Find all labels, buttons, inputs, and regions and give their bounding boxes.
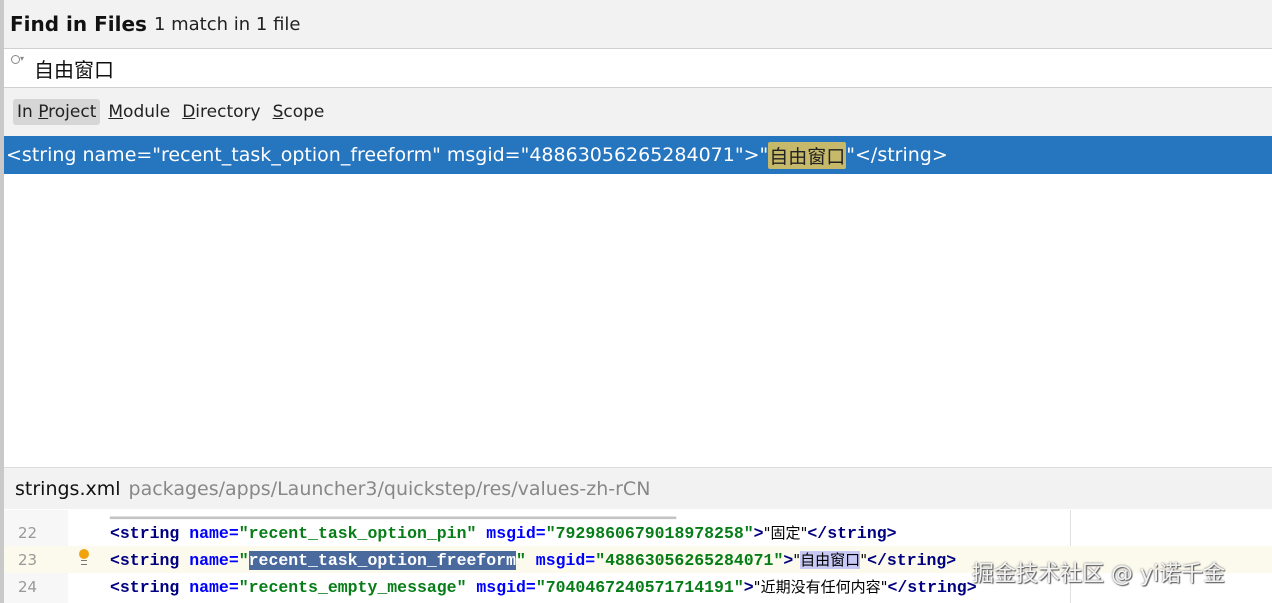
- file-name: strings.xml: [15, 477, 121, 500]
- watermark: 掘金技术社区 @ yi诺千金: [972, 562, 1226, 587]
- line-number: 22: [18, 523, 38, 542]
- scope-tab-module[interactable]: Module: [104, 99, 174, 125]
- lightbulb-icon[interactable]: [79, 549, 89, 565]
- search-bar: [4, 49, 1272, 88]
- scope-label: odule: [123, 102, 171, 122]
- string-name: recents_empty_message: [248, 578, 457, 597]
- string-value: 近期没有任何内容: [760, 578, 881, 596]
- scope-mnemonic: D: [182, 102, 196, 122]
- header: Find in Files 1 match in 1 file: [4, 0, 1272, 49]
- search-input[interactable]: [34, 56, 634, 80]
- file-path: packages/apps/Launcher3/quickstep/res/va…: [128, 477, 651, 500]
- code-text: <string name="recent_task_option_pin" ms…: [110, 524, 897, 543]
- search-icon[interactable]: [10, 54, 26, 70]
- dialog-title: Find in Files: [10, 12, 147, 36]
- scope-mnemonic: S: [272, 102, 284, 122]
- scope-tab-directory[interactable]: Directory: [178, 99, 264, 125]
- result-match-highlight: 自由窗口: [768, 141, 847, 169]
- code-text: <string name="recents_empty_message" msg…: [110, 578, 977, 597]
- result-text-after: "</string>: [846, 144, 948, 166]
- scope-tab-scope[interactable]: Scope: [269, 99, 329, 125]
- string-value: 自由窗口: [800, 551, 861, 569]
- scope-mnemonic: M: [108, 102, 124, 122]
- string-name: recent_task_option_pin: [248, 524, 467, 543]
- string-msgid: 48863056265284071: [605, 551, 774, 570]
- code-text: <string name="recent_task_option_freefor…: [110, 551, 957, 570]
- string-name: recent_task_option_freeform: [248, 551, 516, 570]
- scope-label: In: [17, 102, 39, 122]
- results-list-empty-area: [4, 174, 1272, 467]
- result-text-before: <string name="recent_task_option_freefor…: [6, 144, 769, 166]
- string-msgid: 7040467240571714191: [545, 578, 734, 597]
- partial-line: ▁▁▁▁▁▁▁▁▁▁▁▁▁▁▁▁▁▁▁▁▁▁▁▁▁▁▁▁▁▁▁▁▁▁▁▁▁▁▁▁…: [110, 501, 677, 520]
- scope-mnemonic: P: [38, 102, 49, 122]
- line-number: 23: [18, 550, 38, 569]
- match-count: 1 match in 1 file: [153, 13, 301, 35]
- scope-label: roject: [48, 102, 97, 122]
- scope-tab-in-project[interactable]: In Project: [13, 99, 101, 125]
- string-msgid: 7929860679018978258: [555, 524, 744, 543]
- code-line: 22 <string name="recent_task_option_pin" …: [4, 519, 1272, 546]
- string-value: 固定: [770, 524, 801, 542]
- scope-tabs: In Project Module Directory Scope: [4, 88, 1272, 136]
- scope-label: cope: [283, 102, 325, 122]
- line-number: 24: [18, 577, 38, 596]
- scope-label: irectory: [195, 102, 261, 122]
- search-result-row[interactable]: <string name="recent_task_option_freefor…: [4, 136, 1272, 174]
